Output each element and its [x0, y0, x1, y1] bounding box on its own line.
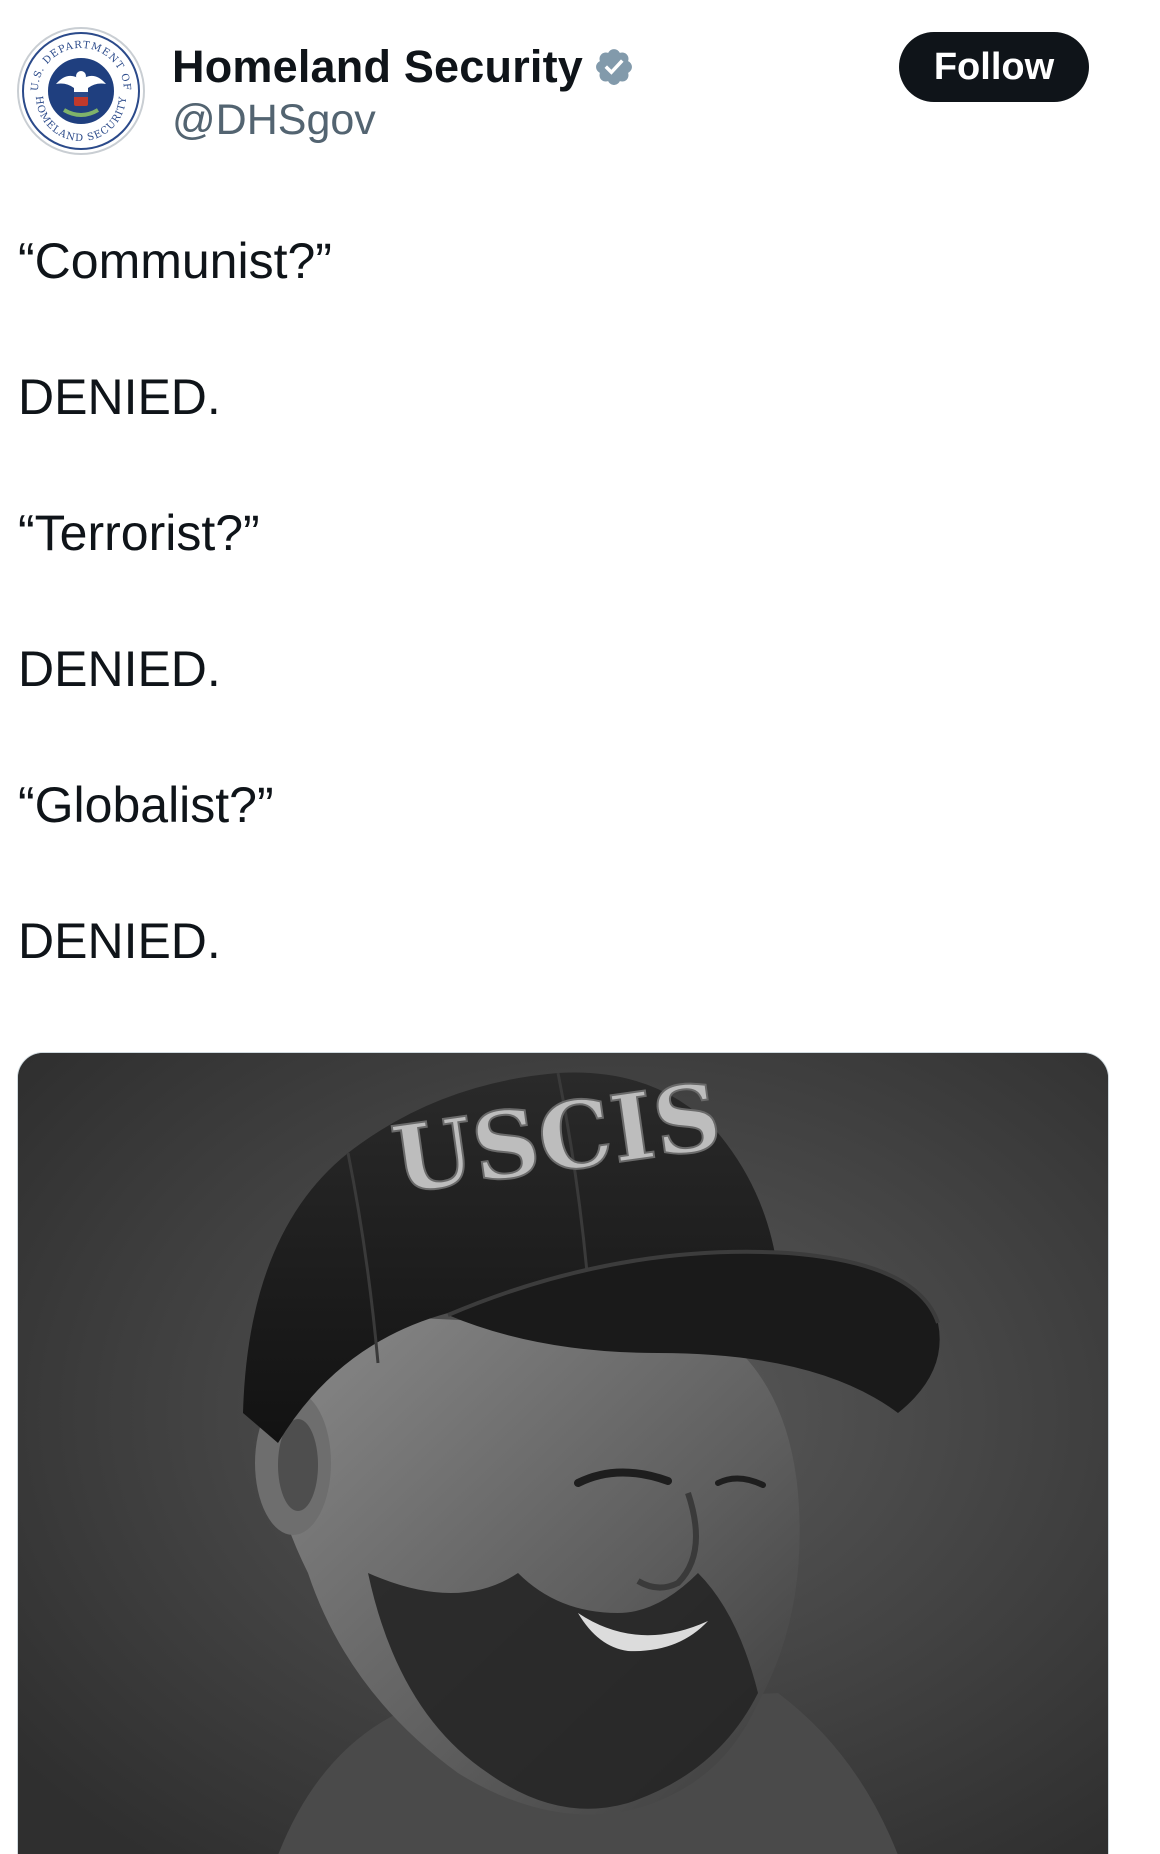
author-display-name[interactable]: Homeland Security	[172, 41, 583, 93]
photo-man-in-cap: USCIS	[18, 1053, 1108, 1854]
follow-button[interactable]: Follow	[899, 32, 1089, 102]
name-row: Homeland Security	[172, 40, 635, 94]
author-handle[interactable]: @DHSgov	[172, 96, 635, 145]
author-block: Homeland Security @DHSgov	[172, 40, 635, 145]
tweet-line: “Communist?”	[18, 233, 332, 289]
verified-badge-icon	[596, 49, 632, 85]
tweet-text: “Communist?” DENIED. “Terrorist?” DENIED…	[18, 232, 332, 970]
tweet-line: “Terrorist?”	[18, 505, 260, 561]
tweet-line: DENIED.	[18, 369, 221, 425]
tweet: U.S. DEPARTMENT OF HOMELAND SECURITY Hom…	[0, 0, 1160, 1854]
dhs-seal-icon: U.S. DEPARTMENT OF HOMELAND SECURITY	[17, 27, 145, 155]
author-avatar[interactable]: U.S. DEPARTMENT OF HOMELAND SECURITY	[16, 26, 146, 156]
tweet-line: DENIED.	[18, 641, 221, 697]
tweet-line: DENIED.	[18, 913, 221, 969]
tweet-media-photo[interactable]: USCIS	[17, 1052, 1109, 1854]
tweet-line: “Globalist?”	[18, 777, 274, 833]
